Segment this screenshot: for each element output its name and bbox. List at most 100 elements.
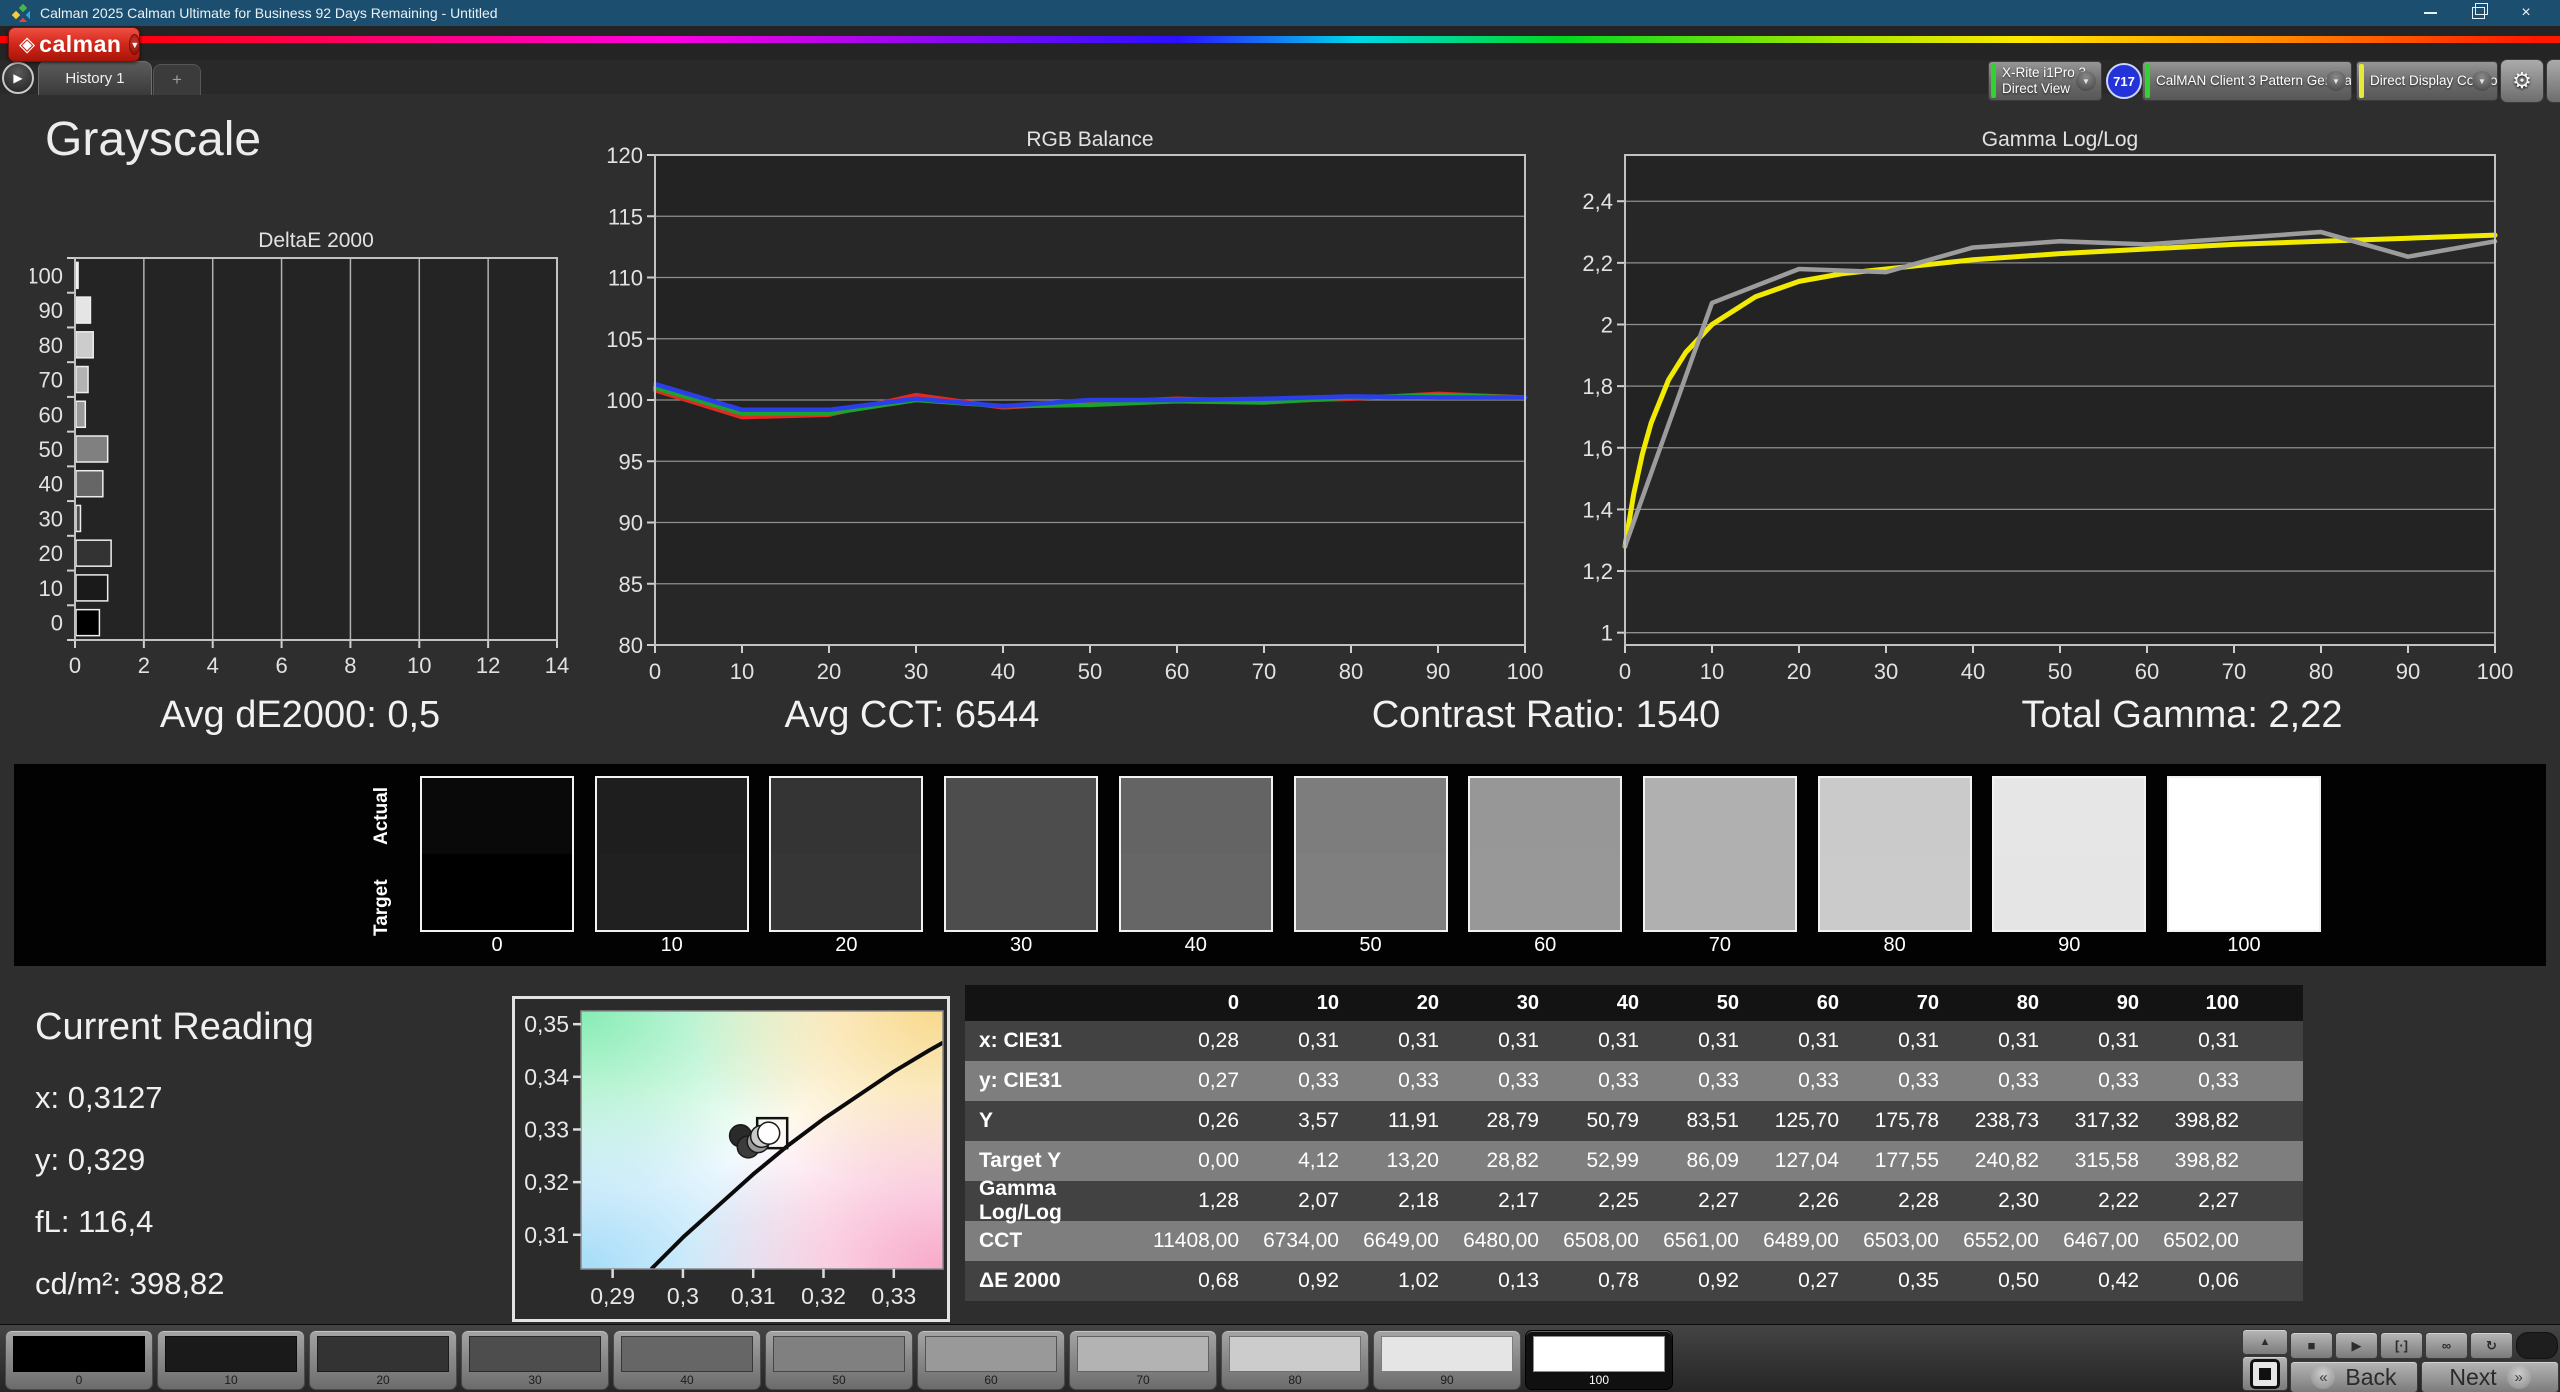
svg-text:20: 20 (39, 541, 63, 566)
close-button[interactable]: × (2504, 0, 2548, 26)
chevron-down-icon: ▼ (2326, 71, 2346, 91)
actual-swatch (1820, 778, 1970, 854)
pattern-swatch (621, 1336, 753, 1372)
table-row-x-cie31: x: CIE310,280,310,310,310,310,310,310,31… (965, 1021, 2303, 1061)
pattern-button-60[interactable]: 60 (917, 1330, 1065, 1390)
svg-text:60: 60 (2135, 659, 2159, 684)
svg-text:115: 115 (608, 204, 643, 229)
table-cell: 0,26 (1155, 1101, 1255, 1141)
continuous-button[interactable]: ∞ (2425, 1332, 2468, 1359)
svg-text:90: 90 (39, 298, 63, 323)
single-measure-button[interactable]: [·] (2380, 1332, 2423, 1359)
table-cell: 6649,00 (1355, 1221, 1455, 1261)
expand-up-button[interactable]: ▲ (2242, 1329, 2288, 1355)
pattern-button-70[interactable]: 70 (1069, 1330, 1217, 1390)
add-tab-button[interactable]: + (153, 64, 201, 95)
svg-text:30: 30 (39, 506, 63, 531)
svg-text:2,4: 2,4 (1582, 189, 1613, 214)
pattern-button-50[interactable]: 50 (765, 1330, 913, 1390)
reading-cdm2: cd/m²: 398,82 (35, 1266, 225, 1302)
table-cell: 2,30 (1955, 1181, 2055, 1221)
svg-text:100: 100 (606, 388, 643, 413)
pattern-label: 10 (158, 1373, 304, 1387)
tab-scroll-button[interactable]: ▶ (2, 62, 34, 94)
table-cell: 2,17 (1455, 1181, 1555, 1221)
table-cell: 2,18 (1355, 1181, 1455, 1221)
transport-extra-button[interactable] (2516, 1332, 2558, 1359)
collapse-panel-button[interactable]: ◀ (2546, 59, 2560, 103)
column-header-40: 40 (1555, 985, 1655, 1021)
pattern-button-100[interactable]: 100 (1525, 1330, 1673, 1390)
minimize-button[interactable] (2408, 0, 2452, 26)
svg-text:6: 6 (275, 653, 287, 678)
swatch-level-label: 70 (1643, 934, 1797, 957)
grayscale-swatch-30 (944, 776, 1098, 932)
table-cell: 0,31 (1255, 1021, 1355, 1061)
minimize-icon (2424, 12, 2437, 14)
pattern-button-40[interactable]: 40 (613, 1330, 761, 1390)
pattern-source-dropdown[interactable]: CalMAN Client 3 Pattern Generator ▼ (2142, 61, 2352, 101)
svg-text:0: 0 (51, 611, 63, 636)
next-button[interactable]: Next » (2421, 1361, 2559, 1392)
display-control-dropdown[interactable]: Direct Display Control ▼ (2356, 61, 2498, 101)
table-cell: 0,31 (1555, 1021, 1655, 1061)
target-swatch (1645, 854, 1795, 930)
settings-button[interactable]: ⚙ (2500, 59, 2544, 103)
meter-dropdown[interactable]: X-Rite i1Pro 3 Direct View ▼ (1988, 61, 2102, 101)
svg-text:100: 100 (2477, 659, 2514, 684)
table-cell: 0,68 (1155, 1261, 1255, 1301)
pattern-button-20[interactable]: 20 (309, 1330, 457, 1390)
pattern-label: 20 (310, 1373, 456, 1387)
pattern-swatch (13, 1336, 145, 1372)
play-button[interactable]: ▶ (2335, 1332, 2378, 1359)
table-cell: 2,26 (1755, 1181, 1855, 1221)
pattern-label: 90 (1374, 1373, 1520, 1387)
table-cell: 11,91 (1355, 1101, 1455, 1141)
stop-measure-button[interactable] (2242, 1356, 2288, 1391)
source-name: CalMAN Client 3 Pattern Generator (2156, 73, 2321, 89)
tab-history-1[interactable]: History 1 (38, 61, 152, 95)
table-row-y-cie31: y: CIE310,270,330,330,330,330,330,330,33… (965, 1061, 2303, 1101)
pattern-button-10[interactable]: 10 (157, 1330, 305, 1390)
svg-text:110: 110 (608, 266, 643, 291)
pattern-button-80[interactable]: 80 (1221, 1330, 1369, 1390)
table-cell: 6734,00 (1255, 1221, 1355, 1261)
pattern-swatch (469, 1336, 601, 1372)
svg-text:50: 50 (2048, 659, 2072, 684)
stop-button[interactable]: ■ (2290, 1332, 2333, 1359)
table-cell: 127,04 (1755, 1141, 1855, 1181)
table-cell: 2,22 (2055, 1181, 2155, 1221)
pattern-swatch (317, 1336, 449, 1372)
table-cell: 0,27 (1155, 1061, 1255, 1101)
table-cell: 0,33 (1755, 1061, 1855, 1101)
table-cell: 6502,00 (2155, 1221, 2255, 1261)
restore-button[interactable] (2456, 0, 2500, 26)
chevron-down-icon: ▼ (129, 34, 140, 55)
target-swatch (2169, 854, 2319, 930)
actual-swatch (1296, 778, 1446, 854)
back-button[interactable]: « Back (2290, 1361, 2418, 1392)
table-row-cct: CCT11408,006734,006649,006480,006508,006… (965, 1221, 2303, 1261)
pattern-swatch (773, 1336, 905, 1372)
table-cell: 0,31 (1655, 1021, 1755, 1061)
meter-badge[interactable]: 717 (2106, 63, 2142, 99)
target-swatch (771, 854, 921, 930)
table-cell: 0,42 (2055, 1261, 2155, 1301)
pattern-button-90[interactable]: 90 (1373, 1330, 1521, 1390)
calman-window: Calman 2025 Calman Ultimate for Business… (0, 0, 2560, 1392)
pattern-label: 50 (766, 1373, 912, 1387)
loop-button[interactable]: ↻ (2470, 1332, 2513, 1359)
svg-text:1,8: 1,8 (1582, 374, 1613, 399)
deltae-bar-80 (76, 332, 93, 358)
svg-text:RGB Balance: RGB Balance (1026, 128, 1153, 151)
page-title: Grayscale (45, 112, 261, 167)
table-cell: 0,06 (2155, 1261, 2255, 1301)
pattern-button-0[interactable]: 0 (5, 1330, 153, 1390)
table-cell: 0,31 (1455, 1021, 1555, 1061)
pattern-label: 80 (1222, 1373, 1368, 1387)
pattern-bar: ▲ « Back Next » 0 10 20 3040 50 6070 80 90 100 ■▶… (0, 1324, 2560, 1392)
calman-menu-button[interactable]: ◈ calman ▼ (8, 27, 140, 62)
target-swatch (1121, 854, 1271, 930)
deltae-bar-100 (76, 262, 78, 288)
pattern-button-30[interactable]: 30 (461, 1330, 609, 1390)
